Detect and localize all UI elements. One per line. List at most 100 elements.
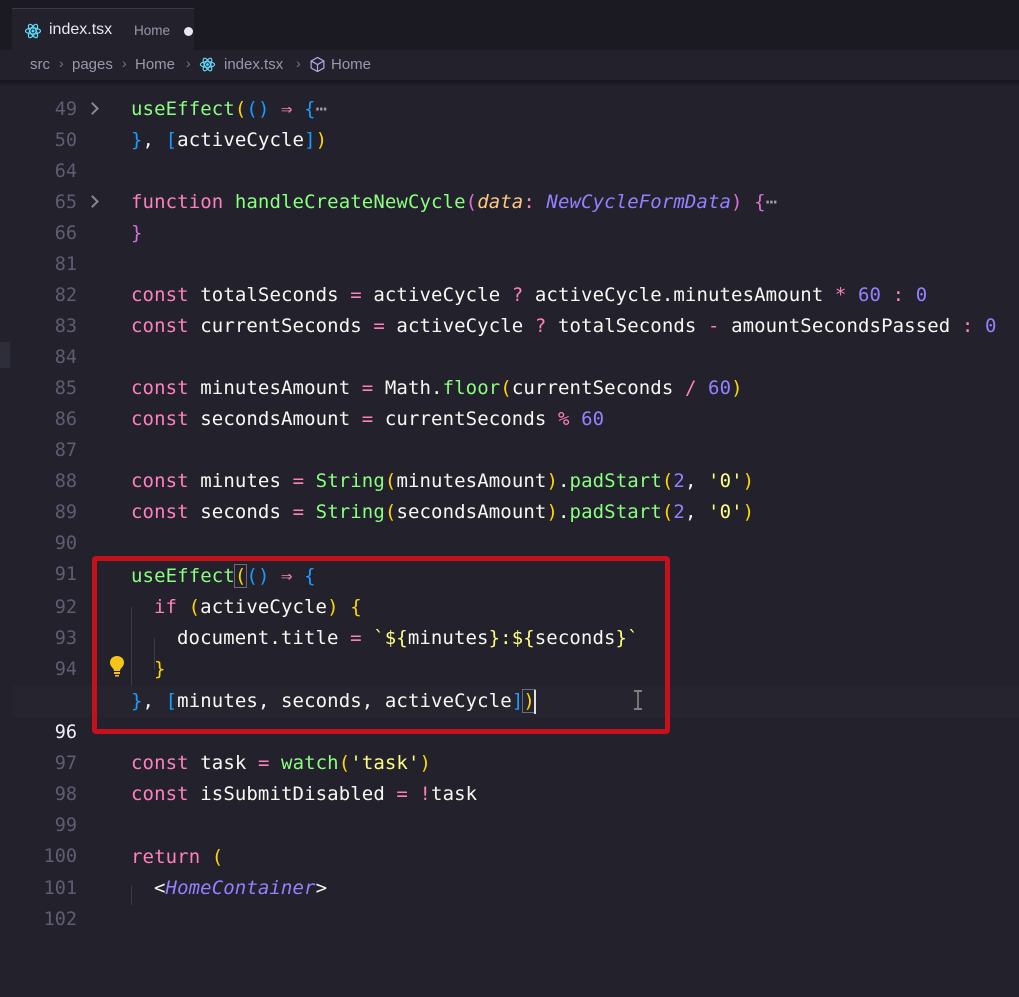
ibeam-cursor-icon xyxy=(634,690,642,710)
token: ) xyxy=(546,501,558,523)
gutter-marker xyxy=(0,342,10,368)
token: const xyxy=(131,315,189,337)
token: activeCycle xyxy=(361,284,512,306)
code-line: 90 const seconds = String(secondsAmount)… xyxy=(0,497,1019,554)
token: ( xyxy=(384,501,397,523)
token: const xyxy=(131,408,189,430)
code-line: 98 const task = watch('task') xyxy=(0,748,1019,805)
code-line: 87 const secondsAmount = currentSeconds … xyxy=(0,404,1019,461)
token: currentSeconds xyxy=(188,315,374,337)
token: { xyxy=(754,191,766,213)
token: const xyxy=(131,377,189,399)
token: floor xyxy=(442,377,501,399)
token: % xyxy=(557,408,570,430)
token: activeCycle xyxy=(384,315,535,337)
code-line: 49 xyxy=(0,63,1019,120)
token: ! xyxy=(419,783,432,805)
code-line: 102 <HomeContainer> xyxy=(0,873,1019,930)
fold-chevron-icon[interactable] xyxy=(86,195,99,208)
token: totalSeconds xyxy=(546,315,708,337)
token: ( xyxy=(661,470,674,492)
code-line: 82 xyxy=(0,249,1019,306)
token: amountSecondsPassed xyxy=(719,315,962,337)
token: function xyxy=(131,191,224,213)
token: = xyxy=(373,315,385,337)
token: padStart xyxy=(569,470,662,492)
token: String xyxy=(315,501,385,523)
token: isSubmitDisabled xyxy=(188,783,397,805)
code-line: 100 xyxy=(0,810,1019,867)
token: ⇒ xyxy=(269,98,305,120)
editor-tab-index-tsx[interactable]: index.tsx Home xyxy=(12,8,194,50)
token: NewCycleFormData xyxy=(546,191,732,213)
token: : xyxy=(523,191,547,213)
token: data xyxy=(477,191,524,213)
token: } xyxy=(131,129,143,151)
token: 60 xyxy=(708,377,732,399)
token: const xyxy=(131,470,189,492)
lightbulb-icon[interactable] xyxy=(108,655,126,677)
tab-file-name: index.tsx xyxy=(49,21,113,38)
token: ) xyxy=(731,191,743,213)
unsaved-dot-icon[interactable] xyxy=(184,27,193,36)
code-line: 65 xyxy=(0,156,1019,213)
scroll-shadow xyxy=(0,80,1019,86)
token: '0' xyxy=(708,470,743,492)
token: ) xyxy=(742,501,755,523)
folded-ellipsis[interactable]: ⋯ xyxy=(316,98,328,120)
token: 60 xyxy=(581,408,605,430)
token: .minutesAmount xyxy=(661,284,835,306)
token: ) xyxy=(315,129,328,151)
token: 0 xyxy=(984,315,997,337)
tab-bar: index.tsx Home xyxy=(0,0,1019,50)
token: const xyxy=(131,284,189,306)
token: currentSeconds xyxy=(511,377,685,399)
line-number[interactable]: 102 xyxy=(0,904,77,935)
token: - xyxy=(707,315,720,337)
token: = xyxy=(361,408,374,430)
token: = xyxy=(361,377,374,399)
token: , xyxy=(684,501,709,523)
token: '0' xyxy=(708,501,743,523)
token: . xyxy=(431,377,443,399)
token: return xyxy=(131,846,201,868)
folded-ellipsis[interactable]: ⋯ xyxy=(766,191,778,213)
fold-chevron-icon[interactable] xyxy=(86,102,99,115)
token: { xyxy=(304,98,316,120)
token: , xyxy=(142,129,166,151)
code-line: 64 }, [activeCycle]) xyxy=(0,125,1019,182)
tab-description: Home xyxy=(134,23,171,38)
token: 60 xyxy=(858,284,882,306)
token: activeCycle xyxy=(523,284,662,306)
token: ( xyxy=(211,846,224,868)
token: > xyxy=(315,877,328,899)
code-line: 99 const isSubmitDisabled = !task xyxy=(0,779,1019,836)
token: totalSeconds xyxy=(188,284,351,306)
token: () xyxy=(246,98,270,120)
token: = xyxy=(350,284,362,306)
token: [ xyxy=(165,129,178,151)
code-editor[interactable]: 49 50 useEffect(() ⇒ {⋯ 64 }, [activeCyc… xyxy=(0,80,1019,930)
token: : xyxy=(892,284,905,306)
token: secondsAmount xyxy=(396,501,547,523)
token: < xyxy=(154,877,166,899)
token: ( xyxy=(234,98,247,120)
token: HomeContainer xyxy=(165,877,316,899)
token: ) xyxy=(731,377,743,399)
token: padStart xyxy=(569,501,662,523)
code-line: 50 useEffect(() ⇒ {⋯ xyxy=(0,94,1019,151)
code-line: 86 const minutesAmount = Math.floor(curr… xyxy=(0,373,1019,430)
code-line: 81 } xyxy=(0,218,1019,275)
token: secondsAmount xyxy=(188,408,362,430)
token: 'task' xyxy=(350,752,420,774)
token: String xyxy=(315,470,385,492)
token: ) xyxy=(742,470,755,492)
